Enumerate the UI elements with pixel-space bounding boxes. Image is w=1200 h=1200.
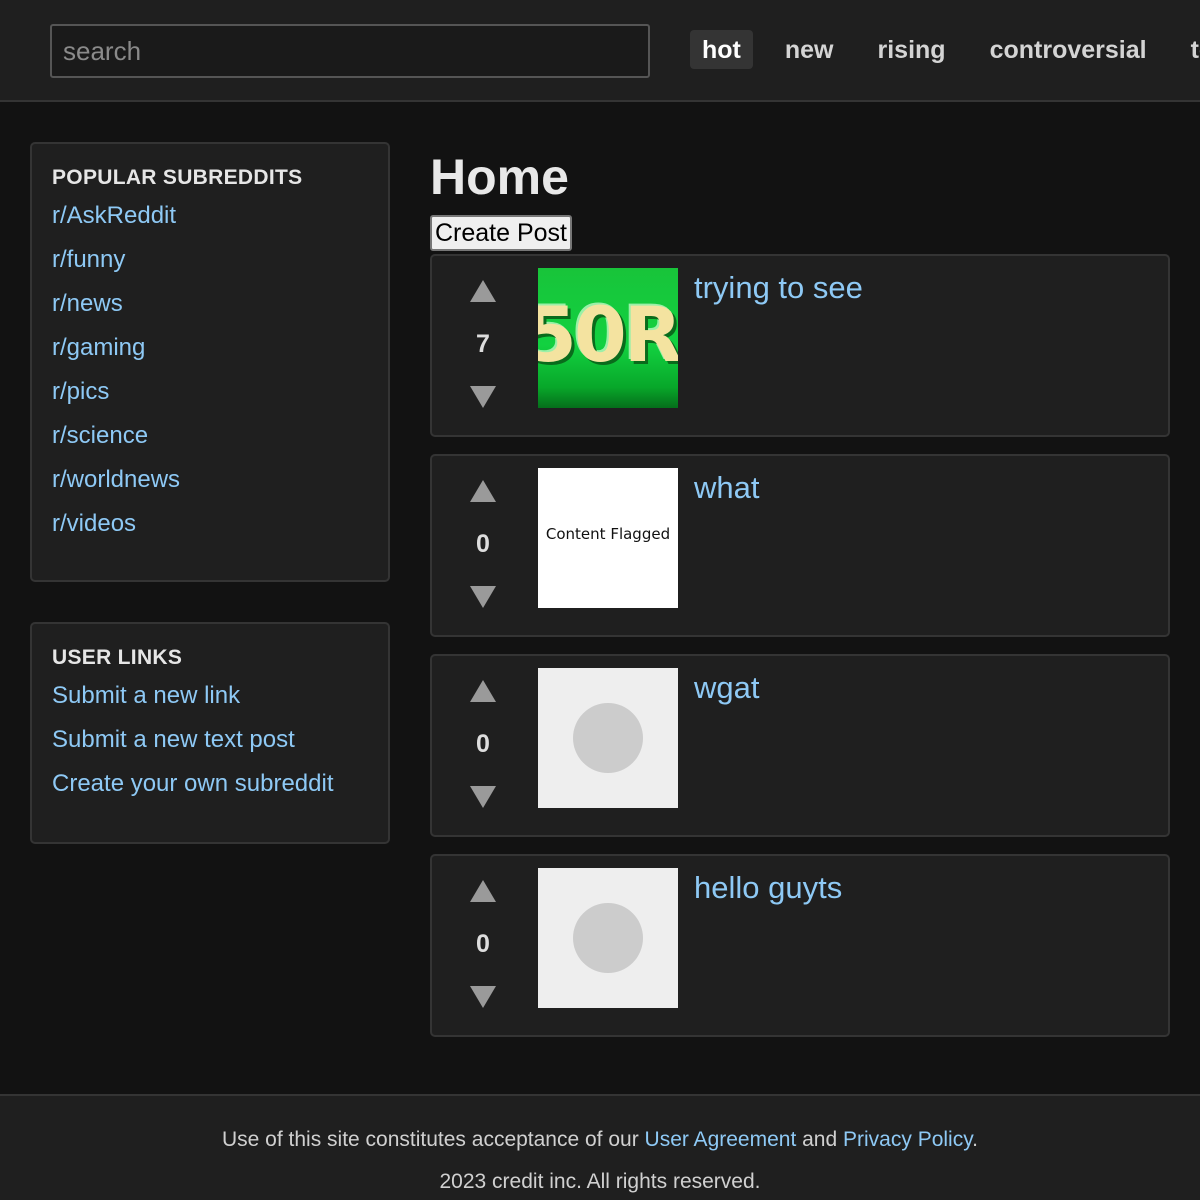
post-thumbnail[interactable]: Content Flagged — [538, 468, 678, 608]
user-agreement-link[interactable]: User Agreement — [645, 1128, 797, 1151]
top-header: hot new rising controversial top — [0, 0, 1200, 102]
create-subreddit-link[interactable]: Create your own subreddit — [52, 768, 368, 812]
post-card: 0 hello guyts — [430, 854, 1170, 1037]
popular-subreddits-title: POPULAR SUBREDDITS — [52, 166, 303, 189]
vote-score: 0 — [476, 530, 490, 558]
upvote-arrow-icon[interactable] — [470, 880, 496, 902]
vote-column: 0 — [454, 672, 512, 812]
create-post-button[interactable]: Create Post — [430, 215, 573, 251]
post-card: 0 Content Flagged what — [430, 454, 1170, 637]
thumbnail-logo-text: 50R — [538, 290, 678, 379]
post-title-link[interactable]: trying to see — [694, 270, 863, 306]
vote-column: 0 — [454, 872, 512, 1012]
tab-rising[interactable]: rising — [866, 30, 958, 69]
user-links-title: USER LINKS — [52, 646, 183, 669]
submit-text-post-link[interactable]: Submit a new text post — [52, 724, 368, 768]
downvote-arrow-icon[interactable] — [470, 586, 496, 608]
downvote-arrow-icon[interactable] — [470, 986, 496, 1008]
page-title: Home — [430, 149, 569, 205]
sort-tabs: hot new rising controversial top — [690, 30, 1200, 69]
post-title-link[interactable]: wgat — [694, 670, 759, 706]
post-thumbnail[interactable] — [538, 868, 678, 1008]
search-input[interactable] — [50, 24, 650, 78]
post-thumbnail[interactable]: 50R — [538, 268, 678, 408]
upvote-arrow-icon[interactable] — [470, 680, 496, 702]
placeholder-image-icon — [573, 703, 643, 773]
subreddit-link-gaming[interactable]: r/gaming — [52, 332, 368, 376]
post-title-link[interactable]: hello guyts — [694, 870, 842, 906]
subreddit-link-funny[interactable]: r/funny — [52, 244, 368, 288]
subreddit-link-science[interactable]: r/science — [52, 420, 368, 464]
footer-copyright: 2023 credit inc. All rights reserved. — [439, 1170, 761, 1193]
vote-column: 0 — [454, 472, 512, 612]
subreddit-link-askreddit[interactable]: r/AskReddit — [52, 200, 368, 244]
upvote-arrow-icon[interactable] — [470, 480, 496, 502]
tab-controversial[interactable]: controversial — [978, 30, 1159, 69]
page-footer: Use of this site constitutes acceptance … — [0, 1094, 1200, 1200]
subreddit-link-pics[interactable]: r/pics — [52, 376, 368, 420]
content-flagged-text: Content Flagged — [545, 525, 671, 543]
placeholder-image-icon — [573, 903, 643, 973]
tab-hot[interactable]: hot — [690, 30, 753, 69]
upvote-arrow-icon[interactable] — [470, 280, 496, 302]
footer-suffix-text: . — [972, 1128, 978, 1151]
submit-link-link[interactable]: Submit a new link — [52, 680, 368, 724]
footer-prefix-text: Use of this site constitutes acceptance … — [221, 1128, 645, 1151]
tab-new[interactable]: new — [773, 30, 846, 69]
user-links-panel: USER LINKS Submit a new link Submit a ne… — [30, 622, 390, 844]
vote-score: 0 — [476, 730, 490, 758]
popular-subreddits-panel: POPULAR SUBREDDITS r/AskReddit r/funny r… — [30, 142, 390, 582]
tab-top[interactable]: top — [1179, 30, 1200, 69]
footer-and-text: and — [796, 1128, 844, 1151]
subreddit-link-videos[interactable]: r/videos — [52, 508, 368, 552]
downvote-arrow-icon[interactable] — [470, 386, 496, 408]
vote-score: 7 — [476, 330, 490, 358]
vote-score: 0 — [476, 930, 490, 958]
post-thumbnail[interactable] — [538, 668, 678, 808]
post-card: 0 wgat — [430, 654, 1170, 837]
subreddit-link-news[interactable]: r/news — [52, 288, 368, 332]
privacy-policy-link[interactable]: Privacy Policy — [843, 1128, 972, 1151]
post-card: 7 50R trying to see — [430, 254, 1170, 437]
post-title-link[interactable]: what — [694, 470, 759, 506]
downvote-arrow-icon[interactable] — [470, 786, 496, 808]
vote-column: 7 — [454, 272, 512, 412]
footer-legal-text: Use of this site constitutes acceptance … — [0, 1128, 1200, 1152]
subreddit-link-worldnews[interactable]: r/worldnews — [52, 464, 368, 508]
